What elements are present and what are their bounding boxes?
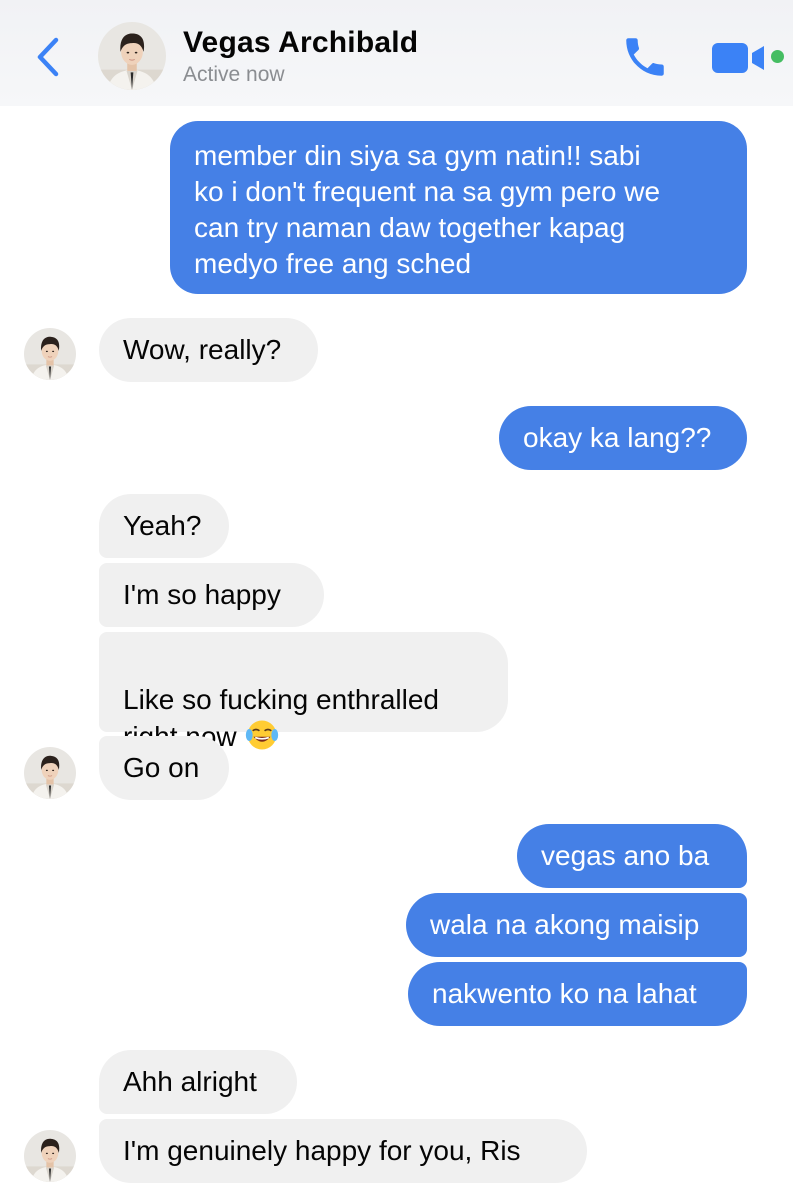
contact-avatar[interactable] [98, 22, 166, 90]
message-bubble-outgoing[interactable]: member din siya sa gym natin!! sabi ko i… [170, 121, 747, 294]
message-bubble-incoming[interactable]: Ahh alright [99, 1050, 297, 1114]
message-bubble-outgoing[interactable]: nakwento ko na lahat [408, 962, 747, 1026]
contact-avatar-small [24, 747, 76, 799]
online-indicator [771, 50, 784, 63]
video-camera-icon[interactable] [710, 40, 768, 76]
message-bubble-outgoing[interactable]: wala na akong maisip [406, 893, 747, 957]
message-bubble-outgoing[interactable]: okay ka lang?? [499, 406, 747, 470]
face-with-tears-of-joy-icon [245, 720, 278, 750]
message-bubble-incoming[interactable]: Wow, really? [99, 318, 318, 382]
message-bubble-incoming[interactable]: Yeah? [99, 494, 229, 558]
phone-icon[interactable] [620, 32, 670, 82]
contact-name[interactable]: Vegas Archibald [183, 26, 418, 60]
active-status: Active now [183, 63, 285, 86]
contact-avatar-small [24, 328, 76, 380]
message-bubble-outgoing[interactable]: vegas ano ba [517, 824, 747, 888]
contact-avatar-small [24, 1130, 76, 1182]
chevron-left-icon[interactable] [30, 34, 66, 80]
message-bubble-incoming[interactable]: Go on [99, 736, 229, 800]
message-bubble-incoming[interactable]: I'm so happy [99, 563, 324, 627]
message-bubble-incoming[interactable]: Like so fucking enthralled right now [99, 632, 508, 752]
chat-header: Vegas Archibald Active now [0, 0, 793, 106]
message-bubble-incoming[interactable]: I'm genuinely happy for you, Ris [99, 1119, 587, 1183]
